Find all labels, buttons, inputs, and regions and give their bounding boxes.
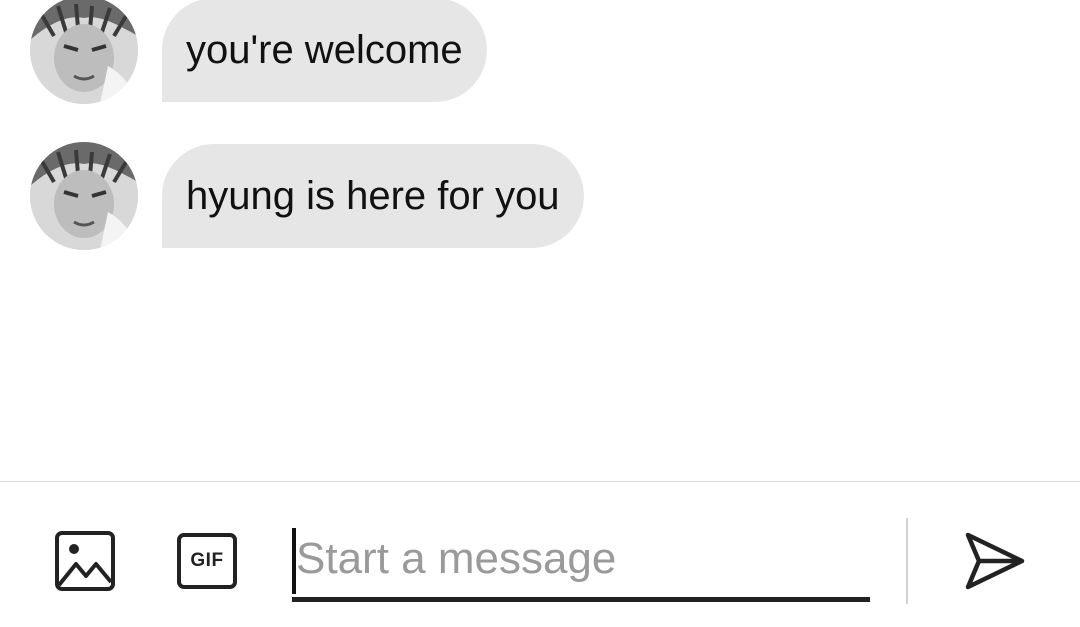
- send-icon: [965, 532, 1025, 590]
- message-text: hyung is here for you: [186, 173, 560, 218]
- avatar[interactable]: [30, 142, 138, 250]
- message-input-wrapper: [292, 520, 870, 602]
- gif-icon: GIF: [177, 533, 237, 589]
- avatar[interactable]: [30, 0, 138, 104]
- text-cursor: [292, 528, 296, 594]
- composer-divider: [906, 518, 908, 604]
- add-gif-button[interactable]: GIF: [173, 528, 241, 594]
- image-icon: [55, 531, 115, 591]
- add-image-button[interactable]: [52, 528, 118, 594]
- message-bubble[interactable]: hyung is here for you: [162, 144, 584, 248]
- message-bubble[interactable]: you're welcome: [162, 0, 487, 102]
- gif-label: GIF: [190, 550, 224, 571]
- message-row: you're welcome: [30, 0, 487, 104]
- chat-screen: you're welcome hyung is here for you GIF…: [0, 0, 1080, 627]
- message-row: hyung is here for you: [30, 142, 584, 250]
- message-composer: GIF: [0, 481, 1080, 627]
- message-text: you're welcome: [186, 27, 463, 72]
- message-input[interactable]: [296, 520, 866, 598]
- send-button[interactable]: [960, 528, 1028, 594]
